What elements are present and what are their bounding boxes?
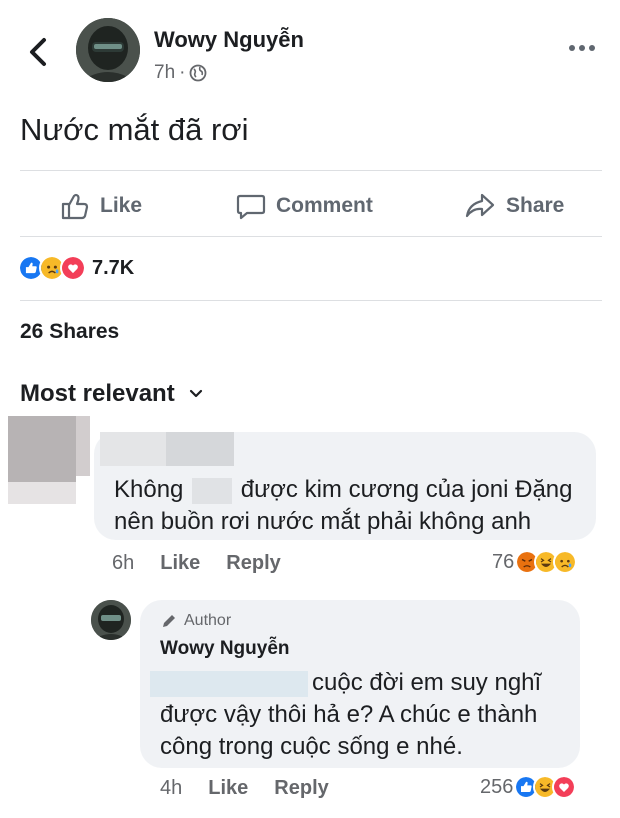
comment-text-part2: được kim cương của joni Đặng xyxy=(240,476,573,503)
comment-button[interactable]: Comment xyxy=(236,186,373,226)
blurred-avatar xyxy=(0,416,90,512)
blurred-commenter-name xyxy=(100,432,234,466)
like-label: Like xyxy=(100,194,143,217)
speech-bubble-icon xyxy=(236,194,266,220)
reply-reactions[interactable]: 256 xyxy=(480,775,577,799)
post-author-name[interactable]: Wowy Nguyễn xyxy=(154,27,304,53)
comment-sort-dropdown[interactable]: Most relevant xyxy=(20,380,203,408)
share-label: Share xyxy=(506,194,565,217)
reply-like-button[interactable]: Like xyxy=(208,777,248,800)
divider xyxy=(20,300,602,301)
share-arrow-icon xyxy=(465,193,495,218)
reply-author-name[interactable]: Wowy Nguyễn xyxy=(160,638,290,660)
meta-dot: · xyxy=(179,62,186,83)
author-badge: Author xyxy=(160,612,231,630)
post-meta: 7h · xyxy=(154,62,207,84)
love-reaction-icon xyxy=(552,775,577,799)
comment-time[interactable]: 6h xyxy=(112,552,134,575)
reply-meta: 4h Like Reply xyxy=(160,777,329,800)
post-time[interactable]: 7h xyxy=(154,62,175,84)
globe-icon xyxy=(190,64,207,82)
comment-reactions[interactable]: 76 xyxy=(492,550,578,574)
comment-text-part1: Không xyxy=(114,476,184,503)
share-button[interactable]: Share xyxy=(464,186,564,226)
reply-reply-button[interactable]: Reply xyxy=(274,777,328,800)
sad-reaction-icon xyxy=(553,550,578,574)
pencil-icon xyxy=(163,615,175,627)
sort-label: Most relevant xyxy=(20,380,175,407)
author-avatar[interactable] xyxy=(76,18,140,82)
more-options-icon[interactable] xyxy=(566,38,598,58)
reply-text-line3: công trong cuộc sống e nhé. xyxy=(160,733,463,760)
love-reaction-icon xyxy=(60,255,86,281)
thumbs-up-icon xyxy=(61,193,89,220)
back-chevron-icon[interactable] xyxy=(24,34,52,70)
comment-meta: 6h Like Reply xyxy=(112,552,281,575)
reply-reaction-count: 256 xyxy=(480,775,514,798)
reaction-summary[interactable]: 7.7K xyxy=(18,255,134,281)
blurred-text xyxy=(150,670,308,697)
comment-text-line1: Không được kim cương của joni Đặng xyxy=(114,473,573,507)
reaction-count: 7.7K xyxy=(92,256,135,279)
reply-text-line1: cuộc đời em suy nghĩ xyxy=(150,666,541,700)
author-badge-label: Author xyxy=(184,612,232,629)
blurred-word xyxy=(192,477,233,504)
comment-reply-button[interactable]: Reply xyxy=(226,552,280,575)
shares-count[interactable]: 26 Shares xyxy=(20,320,119,344)
comment-like-button[interactable]: Like xyxy=(160,552,200,575)
comment-label: Comment xyxy=(276,194,373,217)
reply-text-line2: được vậy thôi hả e? A chúc e thành xyxy=(160,701,538,728)
divider xyxy=(20,170,602,171)
divider xyxy=(20,236,602,237)
reply-text-part1: cuộc đời em suy nghĩ xyxy=(312,669,542,696)
reply-author-avatar[interactable] xyxy=(91,600,131,640)
post-text: Nước mắt đã rơi xyxy=(20,112,249,147)
like-button[interactable]: Like xyxy=(60,186,142,226)
post-header: Wowy Nguyễn 7h · xyxy=(0,0,620,100)
chevron-down-icon xyxy=(189,389,202,398)
comment-text-line2: nên buồn rơi nước mắt phải không anh xyxy=(114,508,532,535)
reply-time[interactable]: 4h xyxy=(160,777,182,800)
comment-reaction-count: 76 xyxy=(492,550,515,573)
